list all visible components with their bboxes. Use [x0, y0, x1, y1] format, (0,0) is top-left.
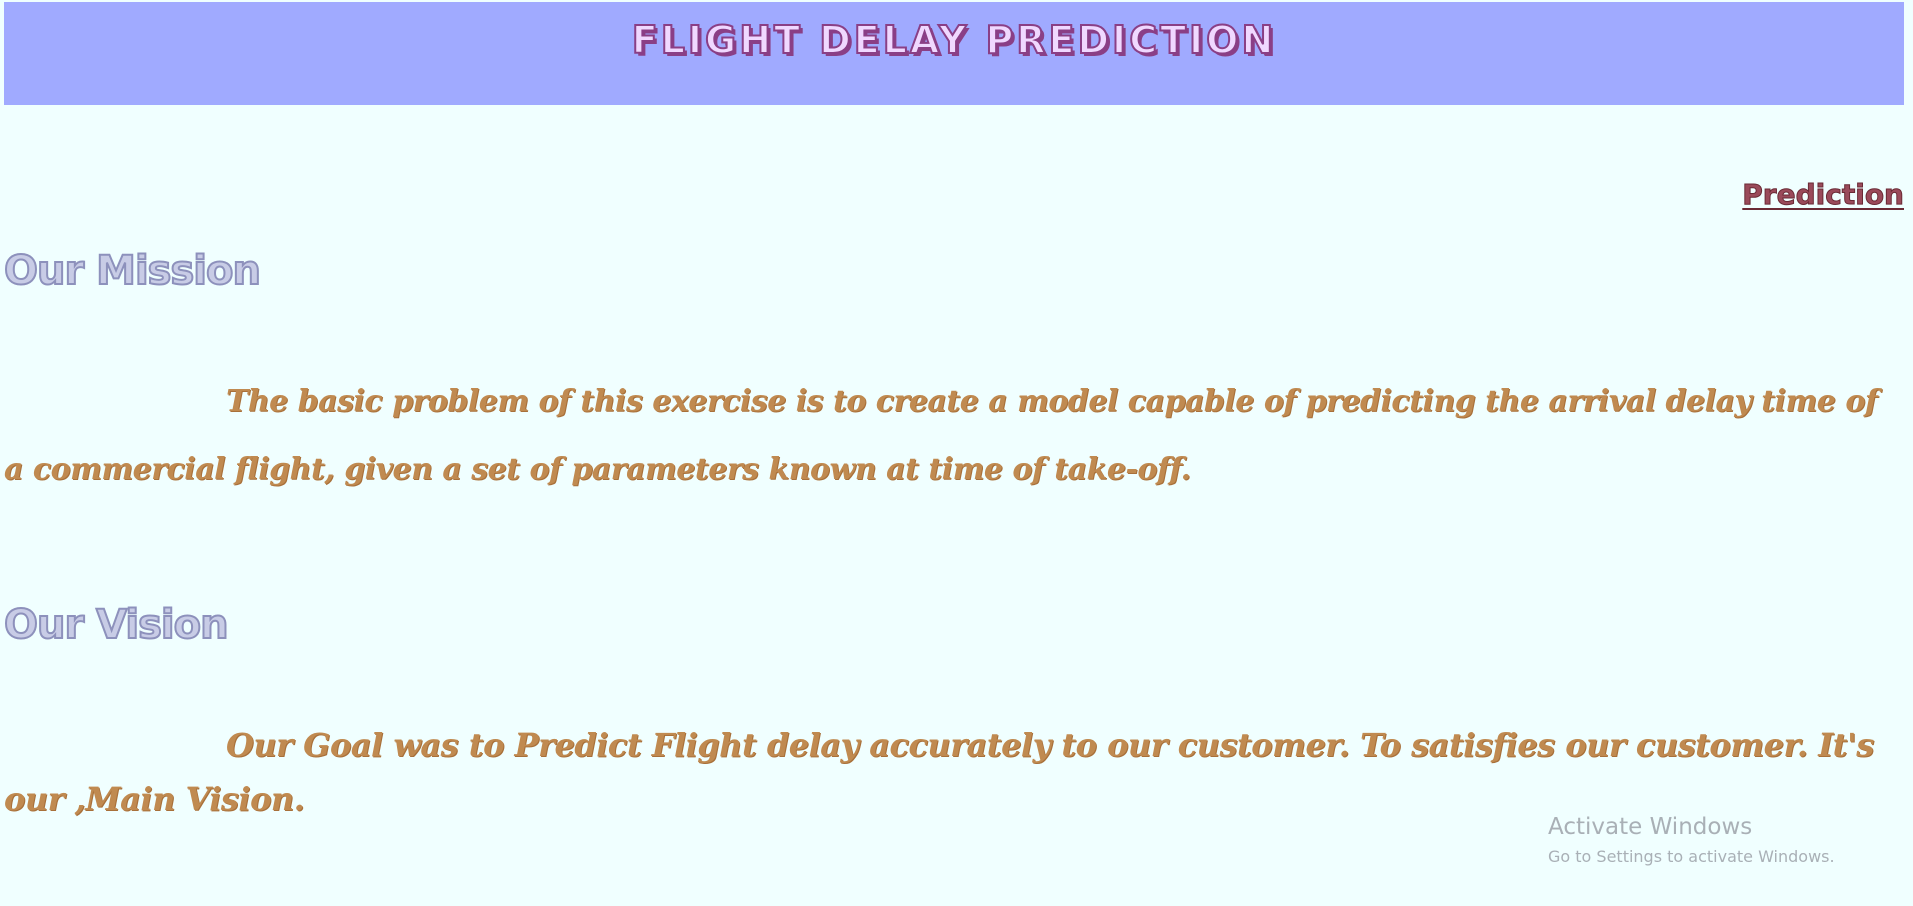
watermark-title: Activate Windows	[1548, 814, 1753, 840]
mission-heading: Our Mission	[3, 247, 262, 295]
vision-text: Our Goal was to Predict Flight delay acc…	[4, 726, 1874, 818]
site-header: FLIGHT DELAY PREDICTION	[4, 2, 1904, 105]
site-title: FLIGHT DELAY PREDICTION	[631, 17, 1277, 63]
activate-windows-watermark: Activate Windows Go to Settings to activ…	[1548, 812, 1835, 870]
mission-text: The basic problem of this exercise is to…	[4, 384, 1878, 487]
vision-heading: Our Vision	[3, 601, 230, 649]
watermark-subtitle: Go to Settings to activate Windows.	[1548, 847, 1835, 866]
prediction-link[interactable]: Prediction	[1742, 178, 1905, 212]
